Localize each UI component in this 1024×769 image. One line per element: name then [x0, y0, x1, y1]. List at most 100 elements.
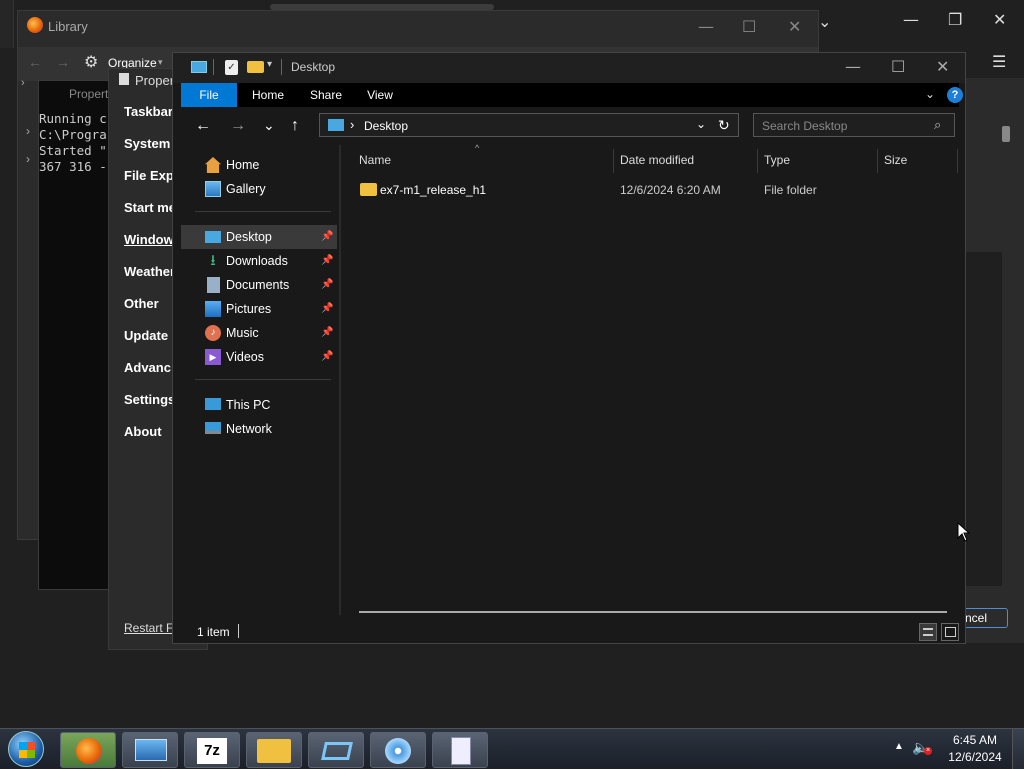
properties-nav-item[interactable]: Taskbar [124, 104, 173, 119]
chevron-right-icon[interactable]: › [26, 124, 30, 138]
properties-nav-item[interactable]: System [124, 136, 170, 151]
pin-icon[interactable]: 📌 [321, 297, 333, 321]
cancel-button[interactable]: ncel [962, 608, 1008, 628]
forward-arrow-icon[interactable]: → [56, 54, 70, 70]
taskbar-file-explorer[interactable] [246, 732, 302, 768]
column-header-name[interactable]: Name [359, 153, 391, 167]
address-input[interactable]: › Desktop ⌄ ↻ [319, 113, 739, 137]
up-arrow-icon[interactable]: ↑ [291, 117, 299, 135]
chevron-down-icon[interactable]: ⌄ [925, 87, 935, 101]
minimize-icon[interactable]: — [845, 57, 861, 76]
refresh-icon[interactable]: ↻ [718, 117, 730, 134]
taskbar-virtualbox[interactable] [308, 732, 364, 768]
back-arrow-icon[interactable]: ← [195, 117, 211, 135]
menu-icon[interactable]: ☰ [992, 52, 1006, 71]
column-header-type[interactable]: Type [764, 153, 790, 167]
nav-item-home[interactable]: Home [181, 153, 337, 177]
properties-nav-item[interactable]: Window [124, 232, 174, 247]
nav-item-documents[interactable]: Documents 📌 [181, 273, 337, 297]
new-folder-icon[interactable] [247, 61, 264, 73]
taskbar-task-manager[interactable] [432, 732, 488, 768]
properties-nav-item[interactable]: Update [124, 328, 168, 343]
nav-item-network[interactable]: Network [181, 417, 337, 441]
help-icon[interactable]: ? [947, 87, 963, 103]
pictures-icon [205, 301, 221, 317]
nav-item-pictures[interactable]: Pictures 📌 [181, 297, 337, 321]
chevron-right-icon[interactable]: › [21, 77, 25, 89]
properties-nav-item[interactable]: Advanc [124, 360, 171, 375]
close-icon[interactable]: ✕ [788, 17, 801, 36]
taskbar-remote-desktop[interactable] [122, 732, 178, 768]
pin-icon[interactable]: 📌 [321, 249, 333, 273]
pin-icon[interactable]: 📌 [321, 225, 333, 249]
properties-nav-item[interactable]: File Exp [124, 168, 174, 183]
item-count: 1 item [197, 625, 230, 639]
maximize-icon[interactable]: ☐ [742, 17, 756, 36]
close-icon[interactable]: ✕ [936, 57, 949, 76]
column-header-size[interactable]: Size [884, 153, 907, 167]
nav-item-music[interactable]: ♪ Music 📌 [181, 321, 337, 345]
column-separator[interactable] [877, 149, 878, 173]
status-bar: 1 item [181, 621, 959, 643]
tab-share[interactable]: Share [301, 83, 351, 107]
recent-locations-icon[interactable]: ⌄ [263, 117, 275, 134]
file-name[interactable]: ex7-m1_release_h1 [380, 183, 486, 197]
clock-date[interactable]: 12/6/2024 [944, 750, 1006, 764]
home-icon [205, 157, 221, 173]
forward-arrow-icon[interactable]: → [230, 117, 246, 135]
file-explorer-window: ✓ ▾ Desktop — ☐ ✕ File Home Share View ⌄… [172, 52, 966, 644]
pin-icon[interactable]: 📌 [321, 273, 333, 297]
properties-icon [119, 73, 129, 85]
nav-item-videos[interactable]: ▶ Videos 📌 [181, 345, 337, 369]
show-hidden-icons-icon[interactable]: ▲ [894, 741, 904, 752]
column-separator[interactable] [613, 149, 614, 173]
search-icon[interactable]: ⌕ [934, 117, 941, 133]
column-header-date[interactable]: Date modified [620, 153, 694, 167]
nav-item-desktop[interactable]: Desktop 📌 [181, 225, 337, 249]
back-arrow-icon[interactable]: ← [28, 54, 42, 70]
properties-nav-item[interactable]: Settings [124, 392, 175, 407]
address-location[interactable]: Desktop [364, 119, 408, 133]
search-input[interactable]: Search Desktop ⌕ [753, 113, 955, 137]
horizontal-scrollbar[interactable] [359, 611, 947, 613]
tab-home[interactable]: Home [243, 83, 293, 107]
column-separator[interactable] [957, 149, 958, 173]
column-separator[interactable] [757, 149, 758, 173]
chevron-down-icon[interactable]: ⌄ [818, 12, 831, 31]
maximize-icon[interactable]: ☐ [891, 57, 905, 76]
explorer-titlebar: ✓ ▾ Desktop — ☐ ✕ [173, 53, 965, 83]
clock-time[interactable]: 6:45 AM [948, 733, 1002, 747]
properties-nav-item[interactable]: Weather [124, 264, 175, 279]
restart-link[interactable]: Restart Fi [124, 621, 176, 635]
start-button[interactable] [8, 731, 44, 767]
taskbar-firefox[interactable] [60, 732, 116, 768]
pin-icon[interactable]: 📌 [321, 321, 333, 345]
nav-item-this-pc[interactable]: This PC [181, 393, 337, 417]
taskbar-cd-burner[interactable] [370, 732, 426, 768]
show-desktop-button[interactable] [1012, 729, 1024, 769]
table-row[interactable]: ex7-m1_release_h1 12/6/2024 6:20 AM File… [341, 179, 959, 203]
details-view-icon[interactable] [919, 623, 937, 641]
tab-file[interactable]: File [181, 83, 237, 107]
minimize-icon[interactable]: — [698, 17, 714, 36]
documents-icon [207, 277, 220, 293]
properties-nav-item[interactable]: About [124, 424, 162, 439]
organize-dropdown-arrow[interactable]: ▾ [158, 57, 163, 68]
pin-icon[interactable]: 📌 [321, 345, 333, 369]
chevron-right-icon[interactable]: › [26, 152, 30, 166]
music-icon: ♪ [205, 325, 221, 341]
taskbar-7zip[interactable]: 7z [184, 732, 240, 768]
chevron-down-icon[interactable]: ⌄ [696, 117, 706, 131]
restore-icon[interactable]: ❐ [948, 10, 962, 29]
properties-nav-item[interactable]: Start me [124, 200, 176, 215]
properties-nav-item[interactable]: Other [124, 296, 159, 311]
large-icons-view-icon[interactable] [941, 623, 959, 641]
tab-view[interactable]: View [357, 83, 403, 107]
nav-item-gallery[interactable]: Gallery [181, 177, 337, 201]
minimize-icon[interactable]: — [903, 10, 919, 29]
scrollbar-thumb[interactable] [1002, 126, 1010, 142]
close-icon[interactable]: ✕ [993, 10, 1006, 29]
properties-quick-icon[interactable]: ✓ [225, 60, 238, 75]
nav-item-downloads[interactable]: ⭳ Downloads 📌 [181, 249, 337, 273]
quick-access-dropdown-icon[interactable]: ▾ [267, 59, 272, 70]
